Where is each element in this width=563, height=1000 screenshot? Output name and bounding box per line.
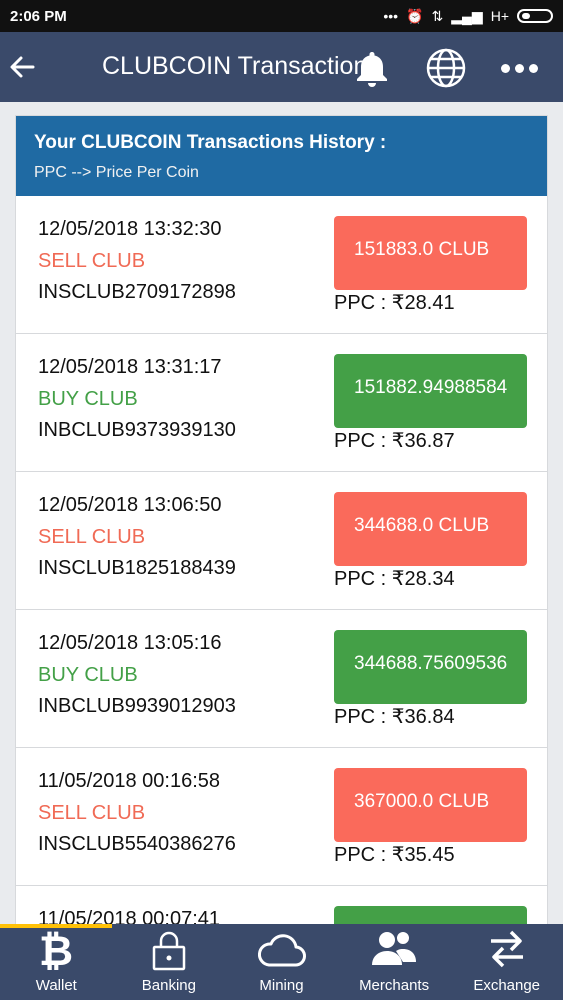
- transaction-row[interactable]: 12/05/2018 13:31:17 BUY CLUB INBCLUB9373…: [16, 334, 547, 472]
- tab-label: Banking: [141, 977, 196, 994]
- transaction-amount-badge: 151883.0 CLUB: [334, 216, 527, 290]
- battery-icon: [517, 9, 553, 23]
- back-arrow-icon: [10, 56, 35, 78]
- transaction-amount-badge: 344688.75609536: [334, 630, 527, 704]
- transaction-row[interactable]: 12/05/2018 13:06:50 SELL CLUB INSCLUB182…: [16, 472, 547, 610]
- transaction-type: BUY CLUB: [38, 388, 138, 410]
- status-icons: ••• ⏰ ⇅ ▂▄▆ H+: [383, 8, 553, 25]
- transaction-id: INSCLUB1825188439: [38, 557, 236, 579]
- transaction-amount-badge: 151882.94988584: [334, 354, 527, 428]
- card-header-title: Your CLUBCOIN Transactions History :: [34, 132, 387, 153]
- overflow-menu-button[interactable]: [496, 46, 542, 90]
- transaction-type: SELL CLUB: [38, 526, 146, 548]
- signal-icon: ▂▄▆: [451, 7, 483, 24]
- transaction-datetime: 11/05/2018 00:07:41: [38, 908, 221, 924]
- app-bar: CLUBCOIN Transactions: [0, 32, 563, 102]
- cloud-icon: [258, 934, 307, 967]
- transaction-datetime: 12/05/2018 13:06:50: [38, 494, 222, 516]
- transaction-ppc: PPC : ₹28.41: [334, 292, 455, 314]
- language-button[interactable]: [424, 46, 468, 90]
- bell-icon: [357, 52, 387, 87]
- status-time: 2:06 PM: [10, 7, 67, 25]
- tab-wallet[interactable]: ₿ Wallet: [0, 924, 113, 1000]
- tab-mining[interactable]: Mining: [225, 924, 338, 1000]
- transaction-amount-badge: 344688.0 CLUB: [334, 492, 527, 566]
- bottom-navigation: ₿ Wallet Banking Mining Merchants Exchan…: [0, 924, 563, 1000]
- tab-label: Exchange: [473, 977, 541, 994]
- tab-label: Mining: [259, 977, 304, 994]
- transaction-datetime: 11/05/2018 00:16:58: [38, 770, 221, 792]
- transaction-datetime: 12/05/2018 13:32:30: [38, 218, 222, 240]
- card-header-subtitle: PPC --> Price Per Coin: [34, 164, 199, 181]
- dot-icon: [528, 63, 538, 73]
- data-arrows-icon: ⇅: [431, 7, 444, 24]
- transaction-row[interactable]: 12/05/2018 13:32:30 SELL CLUB INSCLUB270…: [16, 196, 547, 334]
- transaction-ppc: PPC : ₹36.84: [334, 706, 455, 728]
- page-title: CLUBCOIN Transactions: [102, 52, 364, 80]
- transaction-datetime: 12/05/2018 13:05:16: [38, 632, 222, 654]
- transaction-row[interactable]: 11/05/2018 00:07:41: [16, 886, 547, 924]
- transaction-ppc: PPC : ₹28.34: [334, 568, 455, 590]
- transaction-ppc: PPC : ₹36.87: [334, 430, 455, 452]
- transaction-id: INSCLUB2709172898: [38, 281, 236, 303]
- transaction-amount-badge: [334, 906, 527, 924]
- transaction-amount-badge: 367000.0 CLUB: [334, 768, 527, 842]
- transaction-datetime: 12/05/2018 13:31:17: [38, 356, 222, 378]
- transaction-type: SELL CLUB: [38, 250, 146, 272]
- notifications-button[interactable]: [350, 46, 394, 90]
- tab-banking[interactable]: Banking: [113, 924, 226, 1000]
- alarm-off-icon: ⏰: [406, 7, 424, 24]
- transactions-scroll-area[interactable]: Your CLUBCOIN Transactions History : PPC…: [0, 102, 563, 924]
- status-bar: 2:06 PM ••• ⏰ ⇅ ▂▄▆ H+: [0, 0, 563, 32]
- tab-label: Merchants: [359, 977, 430, 994]
- transaction-type: BUY CLUB: [38, 664, 138, 686]
- lock-icon: [152, 931, 186, 971]
- bitcoin-icon: ₿: [39, 927, 73, 971]
- back-button[interactable]: [2, 32, 42, 102]
- transaction-id: INSCLUB5540386276: [38, 833, 236, 855]
- transaction-ppc: PPC : ₹35.45: [334, 844, 455, 866]
- swap-arrows-icon: [490, 930, 523, 968]
- tab-label: Wallet: [35, 977, 77, 994]
- network-type-label: H+: [490, 8, 509, 24]
- transaction-id: INBCLUB9373939130: [38, 419, 236, 441]
- transaction-type: SELL CLUB: [38, 802, 146, 824]
- svg-text:₿: ₿: [39, 927, 73, 971]
- dot-icon: [500, 63, 510, 73]
- transaction-row[interactable]: 12/05/2018 13:05:16 BUY CLUB INBCLUB9939…: [16, 610, 547, 748]
- card-header: Your CLUBCOIN Transactions History : PPC…: [16, 116, 547, 196]
- transaction-row[interactable]: 11/05/2018 00:16:58 SELL CLUB INSCLUB554…: [16, 748, 547, 886]
- dot-icon: [514, 63, 524, 73]
- people-icon: [372, 930, 417, 965]
- more-notifications-icon: •••: [383, 8, 399, 24]
- globe-icon: [426, 48, 466, 88]
- transaction-id: INBCLUB9939012903: [38, 695, 236, 717]
- tab-exchange[interactable]: Exchange: [450, 924, 563, 1000]
- tab-merchants[interactable]: Merchants: [338, 924, 451, 1000]
- transactions-card: Your CLUBCOIN Transactions History : PPC…: [15, 115, 548, 924]
